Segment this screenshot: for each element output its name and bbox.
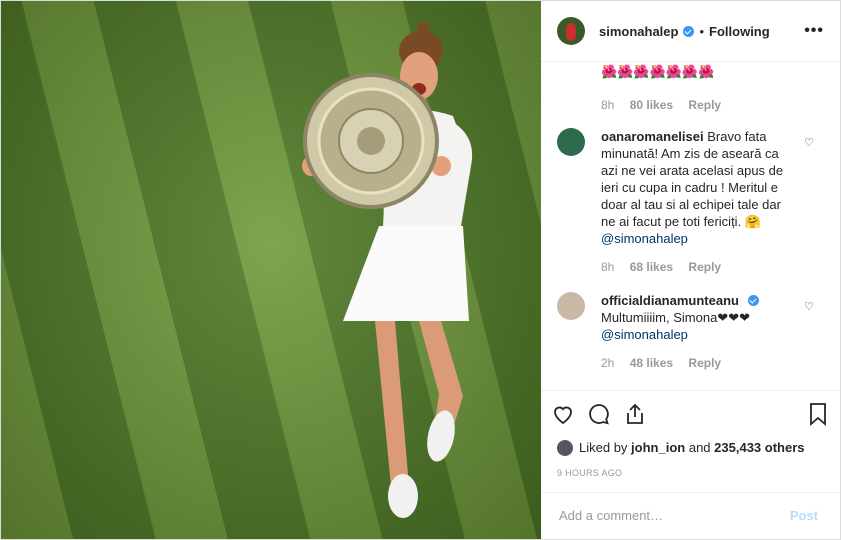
commenter-username[interactable]: oanaromanelisei	[601, 129, 704, 144]
commenter-avatar[interactable]	[557, 292, 585, 321]
verified-badge-icon	[683, 25, 695, 37]
commenter-avatar[interactable]	[557, 128, 585, 157]
comment-time: 2h	[601, 356, 615, 371]
like-comment-heart-icon[interactable]: ♡	[804, 300, 814, 313]
post-sidebar: simonahalep • Following ••• 🌺🌺🌺🌺🌺🌺🌺 8h 8…	[541, 1, 840, 539]
comment-meta: 2h 48 likes Reply	[601, 355, 796, 372]
comments-list[interactable]: 🌺🌺🌺🌺🌺🌺🌺 8h 80 likes Reply oanaromanelise…	[541, 62, 840, 391]
likes-count[interactable]: 235,433 others	[714, 440, 804, 455]
separator-dot: •	[699, 23, 705, 39]
comment-body: oanaromanelisei Bravo fata minunată! Am …	[601, 128, 796, 276]
share-icon[interactable]	[623, 402, 647, 426]
liked-by: Liked by john_ion and 235,433 others	[541, 438, 840, 458]
like-comment-heart-icon[interactable]: ♡	[804, 136, 814, 149]
post-actions	[541, 391, 840, 438]
reply-button[interactable]: Reply	[688, 260, 721, 274]
liked-by-and: and	[688, 440, 711, 456]
comment-icon[interactable]	[587, 402, 611, 426]
comment-text: Multumiiiim, Simona❤❤❤	[601, 310, 750, 326]
reply-button[interactable]: Reply	[688, 98, 721, 112]
more-options-icon[interactable]: •••	[804, 22, 824, 40]
comment-item: oanaromanelisei Bravo fata minunată! Am …	[557, 128, 824, 276]
liked-by-prefix: Liked by	[579, 440, 628, 456]
tennis-player-with-trophy	[302, 22, 473, 518]
commenter-username[interactable]: officialdianamunteanu	[601, 293, 739, 308]
comment-input[interactable]	[557, 507, 784, 525]
comment-text: 🌺🌺🌺🌺🌺🌺🌺	[601, 64, 715, 80]
author-avatar[interactable]	[557, 17, 585, 46]
reply-button[interactable]: Reply	[688, 356, 721, 370]
verified-badge-icon	[747, 295, 759, 307]
instagram-post: simonahalep • Following ••• 🌺🌺🌺🌺🌺🌺🌺 8h 8…	[0, 0, 841, 540]
post-photo[interactable]	[1, 1, 541, 539]
comment-time: 8h	[601, 98, 615, 113]
post-timestamp: 9 HOURS AGO	[557, 467, 623, 478]
comment-mention[interactable]: @simonahalep	[601, 326, 796, 343]
liker-avatar	[557, 439, 573, 456]
add-comment-bar: Post	[541, 491, 840, 539]
author-username[interactable]: simonahalep	[599, 24, 678, 39]
comment-meta: 8h 68 likes Reply	[601, 259, 796, 276]
comment-body: officialdianamunteanu Multumiiiim, Simon…	[601, 292, 796, 372]
comment-mention[interactable]: @simonahalep	[601, 230, 796, 247]
bookmark-icon[interactable]	[806, 402, 830, 427]
post-button[interactable]: Post	[784, 507, 824, 524]
comment-partial: 🌺🌺🌺🌺🌺🌺🌺 8h 80 likes Reply	[601, 64, 733, 112]
following-button[interactable]: Following	[709, 24, 770, 39]
comment-text: Bravo fata minunată! Am zis de aseară ca…	[601, 129, 784, 230]
comment-likes[interactable]: 80 likes	[630, 98, 673, 112]
comment-meta: 8h 80 likes Reply	[601, 98, 733, 112]
comment-time: 8h	[601, 260, 615, 275]
comment-likes[interactable]: 48 likes	[630, 356, 673, 370]
comment-likes[interactable]: 68 likes	[630, 260, 673, 274]
heart-icon[interactable]	[551, 402, 575, 426]
liker-username[interactable]: john_ion	[631, 440, 685, 455]
post-header: simonahalep • Following •••	[541, 1, 840, 63]
comment-item: officialdianamunteanu Multumiiiim, Simon…	[557, 292, 824, 372]
